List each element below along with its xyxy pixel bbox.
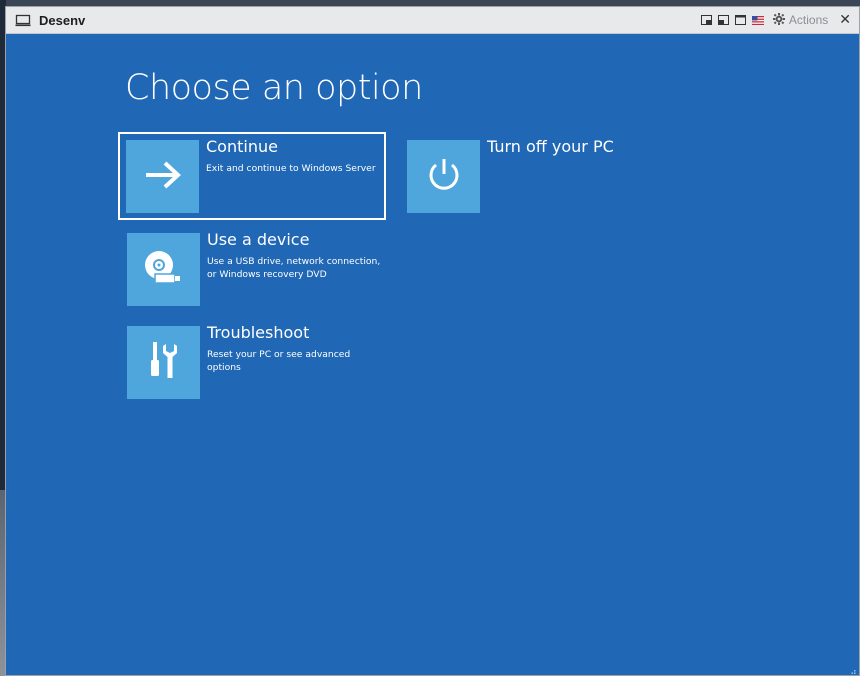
maximize-icon[interactable] [735,14,747,26]
power-icon [426,156,462,198]
option-title: Turn off your PC [487,137,614,156]
window-titlebar[interactable]: Desenv Actions ✕ [6,7,859,34]
option-description: Reset your PC or see advanced options [207,349,351,373]
option-title: Use a device [207,230,310,249]
option-turn-off[interactable]: Turn off your PC [401,134,669,222]
picture-in-picture-icon[interactable] [701,14,713,26]
keyboard-layout-flag-icon[interactable] [751,14,764,26]
vm-console-window: Desenv Actions ✕ Choose an option Contin… [5,6,860,676]
option-continue[interactable]: Continue Exit and continue to Windows Se… [118,132,386,220]
resize-grip-icon[interactable] [847,663,857,674]
window-controls: Actions ✕ [701,7,851,33]
recovery-screen: Choose an option Continue Exit and conti… [6,34,859,675]
actions-label: Actions [788,13,829,27]
continue-tile [126,140,199,213]
use-device-tile [127,233,200,306]
tools-icon [146,340,182,386]
gear-icon [772,12,785,28]
arrow-right-icon [144,160,182,194]
option-troubleshoot[interactable]: Troubleshoot Reset your PC or see advanc… [121,320,389,408]
option-description: Exit and continue to Windows Server [206,163,376,174]
disc-usb-icon [142,248,186,292]
option-use-device[interactable]: Use a device Use a USB drive, network co… [121,227,389,315]
troubleshoot-tile [127,326,200,399]
page-title: Choose an option [125,68,423,108]
option-title: Continue [206,137,278,156]
actions-menu[interactable]: Actions [772,12,829,28]
option-description: Use a USB drive, network connection, or … [207,256,381,280]
option-title: Troubleshoot [207,323,310,342]
dock-icon[interactable] [718,14,730,26]
monitor-icon [15,13,31,27]
close-button[interactable]: ✕ [839,13,851,27]
window-title: Desenv [39,12,86,28]
turn-off-tile [407,140,480,213]
